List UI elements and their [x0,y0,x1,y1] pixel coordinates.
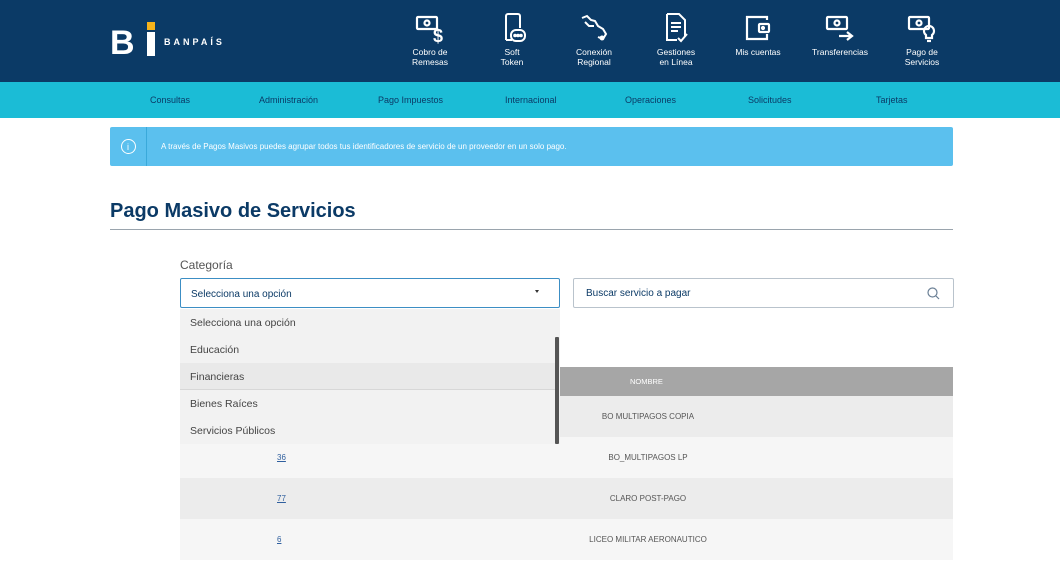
menu-administracion[interactable]: Administración [259,95,318,105]
category-dropdown: Selecciona una opción Educación Financie… [180,309,560,444]
secondary-menu: Consultas Administración Pago Impuestos … [0,82,1060,118]
top-nav: $ Cobro de Remesas Soft Token Conexión R… [395,0,969,82]
nav-mis-cuentas[interactable]: Mis cuentas [723,0,793,82]
service-name: BO_MULTIPAGOS LP [608,453,688,462]
category-label: Categoría [180,258,233,272]
menu-solicitudes[interactable]: Solicitudes [748,95,792,105]
category-option[interactable]: Selecciona una opción [180,309,558,336]
category-option[interactable]: Servicios Públicos [180,417,558,444]
category-option[interactable]: Educación [180,336,558,363]
menu-tarjetas[interactable]: Tarjetas [876,95,908,105]
service-code-link[interactable]: 6 [277,535,281,544]
wallet-icon [745,15,771,41]
table-row: 6 LICEO MILITAR AERONAUTICO [180,519,953,560]
logo-mark: B [110,22,155,62]
dropdown-scrollbar[interactable] [555,337,559,444]
banner-text: A través de Pagos Masivos puedes agrupar… [161,142,567,151]
logo-text: BANPAÍS [164,37,225,47]
table-row: 77 CLARO POST-PAGO [180,478,953,519]
category-selected-value: Selecciona una opción [191,289,292,300]
top-header: B BANPAÍS $ Cobro de Remesas Soft Token … [0,0,1060,82]
category-option[interactable]: Financieras [180,363,558,390]
nav-gestiones-en-linea[interactable]: Gestiones en Línea [641,0,711,82]
menu-internacional[interactable]: Internacional [505,95,557,105]
nav-cobro-remesas[interactable]: $ Cobro de Remesas [395,0,465,82]
service-name: CLARO POST-PAGO [609,494,687,503]
svg-text:$: $ [433,26,443,44]
service-name: LICEO MILITAR AERONAUTICO [589,535,707,544]
service-search [573,278,954,308]
nav-soft-token[interactable]: Soft Token [477,0,547,82]
info-icon: i [110,127,147,166]
chevron-down-icon [535,290,539,293]
nav-transferencias[interactable]: Transferencias [805,0,875,82]
title-divider [110,229,953,230]
map-region-icon [581,14,608,41]
search-icon[interactable] [927,287,940,300]
phone-token-icon [505,13,526,42]
service-name: BO MULTIPAGOS COPIA [601,412,695,421]
column-header-nombre: NOMBRE [630,377,663,386]
info-banner: i A través de Pagos Masivos puedes agrup… [110,127,953,166]
banpais-logo[interactable]: B BANPAÍS [110,22,225,62]
nav-conexion-regional[interactable]: Conexión Regional [559,0,629,82]
page-title: Pago Masivo de Servicios [110,200,356,222]
menu-operaciones[interactable]: Operaciones [625,95,676,105]
money-bulb-icon [907,15,936,43]
nav-pago-servicios[interactable]: Pago de Servicios [887,0,957,82]
service-code-link[interactable]: 77 [277,494,286,503]
document-check-icon [666,13,688,43]
category-option[interactable]: Bienes Raíces [180,390,558,417]
search-input[interactable] [574,279,914,307]
category-select[interactable]: Selecciona una opción [180,278,560,308]
money-dollar-icon: $ [415,15,443,44]
service-code-link[interactable]: 36 [277,453,286,462]
money-transfer-icon [825,15,854,41]
menu-pago-impuestos[interactable]: Pago Impuestos [378,95,443,105]
menu-consultas[interactable]: Consultas [150,95,190,105]
